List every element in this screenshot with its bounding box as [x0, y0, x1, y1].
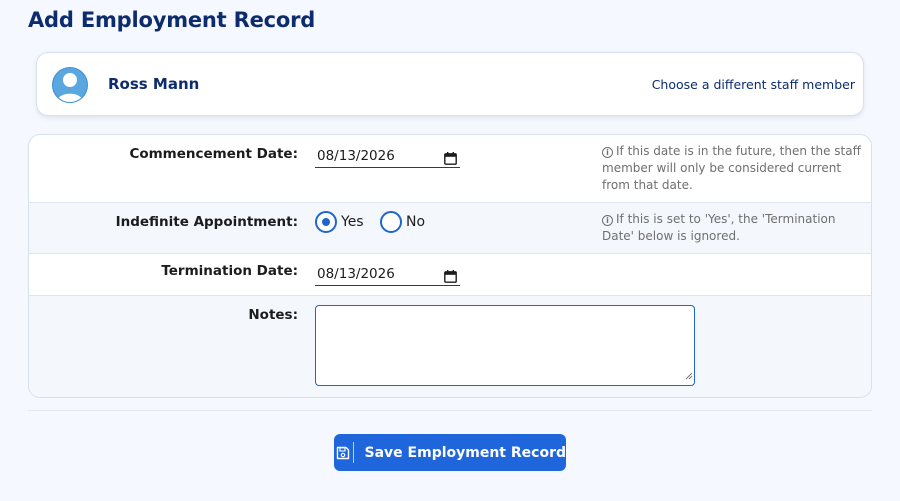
save-icon — [334, 446, 353, 460]
termination-date-value: 08/13/2026 — [317, 266, 395, 282]
commencement-date-help: i If this date is in the future, then the… — [602, 143, 864, 194]
commencement-date-label: Commencement Date: — [129, 146, 298, 162]
save-button-label: Save Employment Record — [364, 444, 566, 461]
employment-form: Commencement Date: 08/13/2026 i If this d… — [28, 134, 872, 398]
indefinite-yes-radio[interactable] — [315, 211, 337, 233]
commencement-date-value: 08/13/2026 — [317, 148, 395, 164]
indefinite-appointment-row: Indefinite Appointment: Yes No i If this … — [29, 203, 871, 254]
info-icon: i — [602, 215, 613, 226]
choose-different-staff-link[interactable]: Choose a different staff member — [652, 77, 855, 92]
indefinite-appointment-label: Indefinite Appointment: — [115, 214, 298, 230]
indefinite-no-radio[interactable] — [380, 211, 402, 233]
calendar-icon[interactable] — [444, 267, 457, 291]
indefinite-no-label[interactable]: No — [406, 214, 425, 230]
commencement-date-input[interactable]: 08/13/2026 — [315, 144, 460, 168]
notes-label: Notes: — [248, 307, 298, 323]
commencement-help-text: If this date is in the future, then the … — [602, 144, 861, 192]
termination-date-label: Termination Date: — [161, 263, 298, 279]
indefinite-appointment-help: i If this is set to 'Yes', the 'Terminati… — [602, 211, 864, 245]
calendar-icon[interactable] — [444, 149, 457, 173]
form-divider — [28, 410, 872, 411]
user-avatar-icon — [52, 67, 88, 103]
resize-grip-icon[interactable] — [685, 365, 693, 384]
staff-name: Ross Mann — [108, 75, 200, 93]
commencement-date-row: Commencement Date: 08/13/2026 i If this d… — [29, 135, 871, 203]
indefinite-yes-option[interactable]: Yes — [315, 211, 364, 233]
indefinite-yes-label[interactable]: Yes — [341, 214, 364, 230]
termination-date-row: Termination Date: 08/13/2026 — [29, 254, 871, 296]
termination-date-input[interactable]: 08/13/2026 — [315, 262, 460, 286]
info-icon: i — [602, 147, 613, 158]
notes-textarea[interactable] — [315, 305, 695, 386]
save-employment-record-button[interactable]: Save Employment Record — [334, 434, 566, 471]
page-title: Add Employment Record — [28, 8, 316, 32]
indefinite-help-text: If this is set to 'Yes', the 'Terminatio… — [602, 212, 836, 243]
staff-card: Ross Mann Choose a different staff membe… — [36, 52, 864, 116]
notes-row: Notes: — [29, 296, 871, 397]
indefinite-no-option[interactable]: No — [380, 211, 425, 233]
